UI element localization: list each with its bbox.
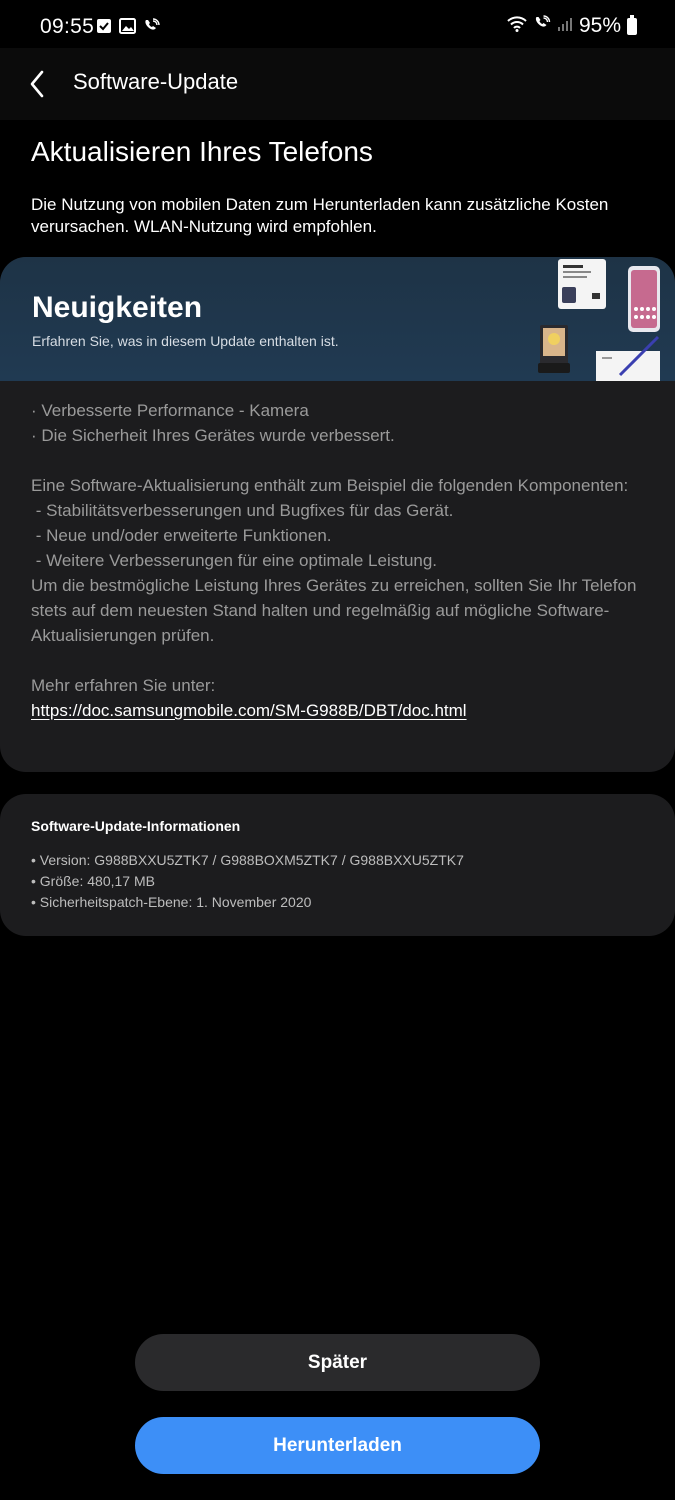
news-bullet: · Verbesserte Performance - Kamera xyxy=(31,401,309,420)
app-title: Software-Update xyxy=(73,69,239,94)
news-card: Neuigkeiten Erfahren Sie, was in diesem … xyxy=(0,257,675,772)
news-bullet: · Die Sicherheit Ihres Gerätes wurde ver… xyxy=(31,426,395,445)
component-item: - Stabilitätsverbesserungen und Bugfixes… xyxy=(31,501,454,520)
wifi-call-icon xyxy=(533,15,551,37)
battery-percentage: 95% xyxy=(578,14,621,37)
download-button[interactable]: Herunterladen xyxy=(135,1417,540,1474)
update-recommendation: Um die bestmögliche Leistung Ihres Gerät… xyxy=(31,576,637,645)
more-info-label: Mehr erfahren Sie unter: xyxy=(31,676,216,695)
data-usage-notice: Die Nutzung von mobilen Daten zum Herunt… xyxy=(31,195,609,236)
app-bar: Software-Update xyxy=(0,48,675,120)
device-illustration-image xyxy=(538,259,660,381)
size-info: • Größe: 480,17 MB xyxy=(31,873,155,889)
back-button[interactable] xyxy=(22,66,52,102)
security-patch-info: • Sicherheitspatch-Ebene: 1. November 20… xyxy=(31,894,312,910)
update-components-intro: Eine Software-Aktualisierung enthält zum… xyxy=(31,476,629,495)
check-notification-icon xyxy=(96,18,112,40)
update-info-list: • Version: G988BXXU5ZTK7 / G988BOXM5ZTK7… xyxy=(31,850,464,913)
battery-icon xyxy=(627,14,637,35)
update-info-card: Software-Update-Informationen • Version:… xyxy=(0,794,675,936)
notification-icons xyxy=(96,18,160,40)
later-button[interactable]: Später xyxy=(135,1334,540,1391)
component-item: - Neue und/oder erweiterte Funktionen. xyxy=(31,526,332,545)
news-subtitle: Erfahren Sie, was in diesem Update entha… xyxy=(32,333,339,349)
wifi-icon xyxy=(507,15,527,37)
chevron-left-icon xyxy=(30,70,44,98)
page-heading: Aktualisieren Ihres Telefons xyxy=(31,136,373,167)
status-right-icons: 95% xyxy=(507,14,637,38)
version-info: • Version: G988BXXU5ZTK7 / G988BOXM5ZTK7… xyxy=(31,852,464,868)
component-item: - Weitere Verbesserungen für eine optima… xyxy=(31,551,438,570)
news-title: Neuigkeiten xyxy=(32,291,203,324)
status-time: 09:55 xyxy=(40,15,95,38)
wifi-call-icon xyxy=(143,18,160,40)
image-notification-icon xyxy=(119,18,136,40)
update-info-heading: Software-Update-Informationen xyxy=(31,818,241,834)
signal-icon xyxy=(557,16,573,37)
documentation-link[interactable]: https://doc.samsungmobile.com/SM-G988B/D… xyxy=(31,701,467,720)
news-body: · Verbesserte Performance - Kamera · Die… xyxy=(31,398,651,723)
news-banner: Neuigkeiten Erfahren Sie, was in diesem … xyxy=(0,257,675,381)
